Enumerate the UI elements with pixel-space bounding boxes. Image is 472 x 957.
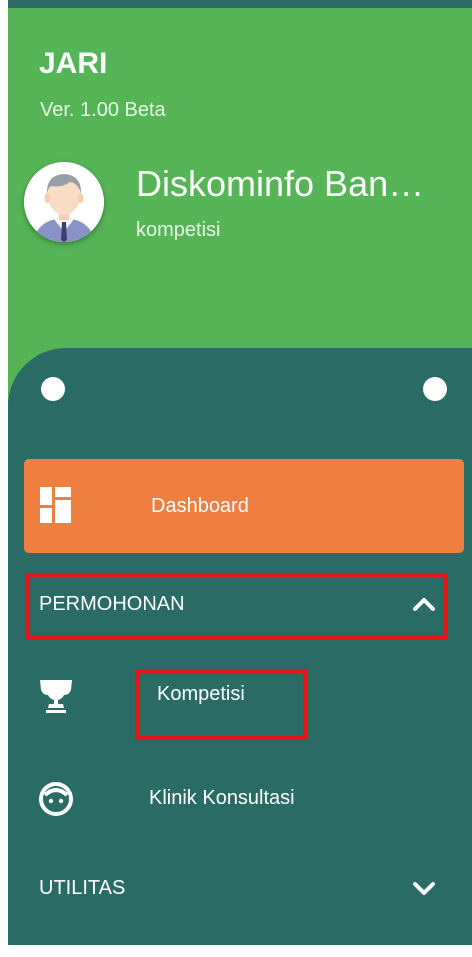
section-label-utilitas: UTILITAS: [39, 877, 126, 899]
menu-item-klinik-konsultasi[interactable]: Klinik Konsultasi: [8, 764, 472, 834]
menu-panel: [8, 348, 472, 945]
section-label-permohonan: PERMOHONAN: [39, 593, 185, 615]
page-indicator-dot: [423, 377, 447, 401]
menu-item-kompetisi-label: Kompetisi: [157, 683, 245, 705]
section-header-permohonan[interactable]: PERMOHONAN: [8, 576, 472, 632]
user-role: kompetisi: [136, 219, 221, 241]
dashboard-icon: [40, 487, 71, 523]
consultation-icon: [39, 782, 73, 816]
section-header-utilitas[interactable]: UTILITAS: [8, 860, 472, 916]
app-version: Ver. 1.00 Beta: [40, 99, 166, 121]
trophy-icon: [40, 680, 72, 713]
menu-item-klinik-konsultasi-label: Klinik Konsultasi: [149, 787, 295, 809]
chevron-up-icon: [413, 598, 435, 611]
chevron-down-icon: [413, 882, 435, 895]
menu-item-kompetisi[interactable]: Kompetisi: [8, 660, 472, 730]
app-title: JARI: [39, 47, 108, 80]
menu-item-dashboard-label: Dashboard: [151, 495, 249, 517]
menu-item-dashboard[interactable]: Dashboard: [24, 459, 464, 553]
page-indicator-dot: [41, 377, 65, 401]
avatar-icon: [24, 162, 104, 242]
user-name: Diskominfo Ban…: [136, 163, 425, 204]
user-avatar: [24, 162, 104, 242]
navigation-drawer: JARI Ver. 1.00 Beta Diskominfo Ban… komp…: [8, 0, 472, 945]
